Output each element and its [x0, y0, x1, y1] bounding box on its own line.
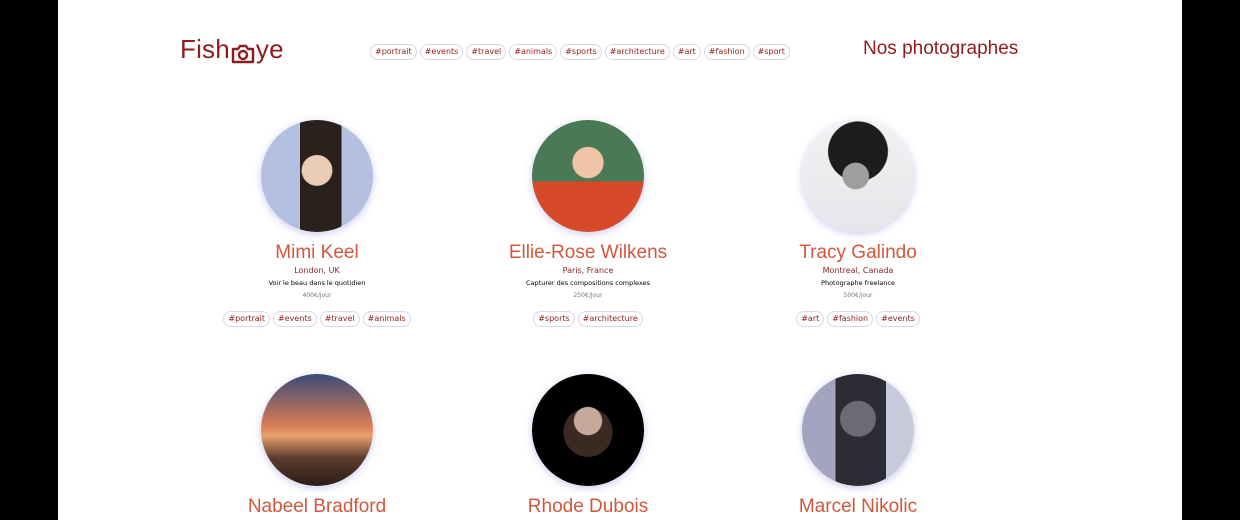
photographer-tagline: Capturer des compositions complexes	[526, 279, 650, 287]
photographer-name[interactable]: Mimi Keel	[197, 242, 437, 264]
card-tag[interactable]: #animals	[362, 311, 411, 327]
nav-tag-fashion[interactable]: #fashion	[703, 44, 750, 60]
photographer-name[interactable]: Marcel Nikolic	[738, 496, 978, 518]
card-tag[interactable]: #fashion	[827, 311, 874, 327]
nav-tag-travel[interactable]: #travel	[466, 44, 507, 60]
photographer-tagline: Voir le beau dans le quotidien	[268, 279, 366, 287]
avatar[interactable]	[802, 374, 914, 486]
photographer-card: Ellie-Rose Wilkens Paris, France Capture…	[468, 120, 708, 327]
photographer-card: Rhode Dubois	[468, 374, 708, 518]
photographer-price: 500€/jour	[843, 292, 873, 299]
photographer-tags: #sports #architecture	[468, 311, 708, 327]
avatar[interactable]	[532, 120, 644, 232]
avatar[interactable]	[532, 374, 644, 486]
photographer-card: Marcel Nikolic	[738, 374, 978, 518]
photographer-card: Nabeel Bradford	[197, 374, 437, 518]
avatar[interactable]	[261, 374, 373, 486]
card-tag[interactable]: #art	[796, 311, 825, 327]
card-tag[interactable]: #sports	[533, 311, 575, 327]
photographer-price: 400€/jour	[302, 292, 332, 299]
nav-tag-sport[interactable]: #sport	[752, 44, 790, 60]
nav-tag-sports[interactable]: #sports	[560, 44, 602, 60]
tag-filter-nav: #portrait #events #travel #animals #spor…	[370, 44, 790, 60]
photographer-location: London, UK	[294, 266, 340, 275]
nav-tag-portrait[interactable]: #portrait	[370, 44, 417, 60]
photographer-tagline: Photographe freelance	[821, 279, 895, 287]
nav-tag-art[interactable]: #art	[672, 44, 701, 60]
photographer-tags: #art #fashion #events	[738, 311, 978, 327]
card-tag[interactable]: #architecture	[577, 311, 643, 327]
card-tag[interactable]: #travel	[319, 311, 360, 327]
camera-icon	[231, 40, 255, 64]
photographer-card: Mimi Keel London, UK Voir le beau dans l…	[197, 120, 437, 327]
logo-text-right: ye	[255, 33, 284, 64]
photographer-location: Paris, France	[562, 266, 614, 275]
card-tag[interactable]: #events	[876, 311, 920, 327]
nav-tag-events[interactable]: #events	[419, 44, 464, 60]
card-tag[interactable]: #events	[273, 311, 317, 327]
photographer-tags: #portrait #events #travel #animals	[197, 311, 437, 327]
page-title: Nos photographes	[863, 38, 1019, 59]
photographer-name[interactable]: Tracy Galindo	[738, 242, 978, 264]
photographer-price: 250€/jour	[573, 292, 603, 299]
page: Fish ye #portrait #events #travel #anima…	[58, 0, 1182, 520]
photographer-card: Tracy Galindo Montreal, Canada Photograp…	[738, 120, 978, 327]
nav-tag-animals[interactable]: #animals	[509, 44, 558, 60]
photographer-location: Montreal, Canada	[822, 266, 894, 275]
logo-text-left: Fish	[180, 33, 230, 64]
avatar[interactable]	[802, 120, 914, 232]
logo[interactable]: Fish ye	[180, 32, 284, 66]
photographer-name[interactable]: Ellie-Rose Wilkens	[468, 242, 708, 264]
photographer-name[interactable]: Rhode Dubois	[468, 496, 708, 518]
avatar[interactable]	[261, 120, 373, 232]
card-tag[interactable]: #portrait	[223, 311, 271, 327]
photographer-name[interactable]: Nabeel Bradford	[197, 496, 437, 518]
nav-tag-architecture[interactable]: #architecture	[604, 44, 670, 60]
